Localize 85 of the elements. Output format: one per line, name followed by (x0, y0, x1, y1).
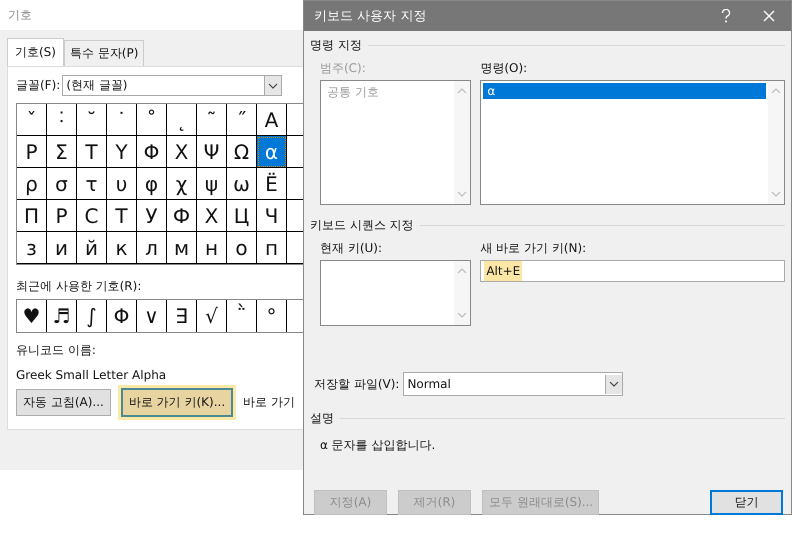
symbol-cell[interactable]: Ρ (17, 136, 47, 168)
close-icon[interactable] (763, 10, 775, 22)
description-text: α 문자를 삽입합니다. (319, 437, 436, 454)
symbol-cell[interactable]: м (167, 232, 197, 264)
tab[interactable]: 특수 문자(P) (64, 40, 144, 66)
save-in-dropdown[interactable]: Normal (403, 372, 624, 396)
scrollbar[interactable] (454, 81, 470, 204)
chevron-up-icon[interactable] (457, 88, 468, 94)
symbol-cell[interactable]: ˛ (167, 104, 197, 136)
unicode-name: Greek Small Letter Alpha (16, 368, 168, 382)
symbol-cell[interactable]: Ё (257, 168, 287, 200)
symbol-cell[interactable]: л (137, 232, 167, 264)
symbol-cell[interactable]: Φ (137, 136, 167, 168)
symbol-cell[interactable]: χ (167, 168, 197, 200)
symbol-cell[interactable]: Ч (257, 200, 287, 232)
field-label: 명령(O): (480, 60, 528, 77)
symbol-cell[interactable]: φ (137, 168, 167, 200)
symbol-cell[interactable]: о (227, 232, 257, 264)
dialog-button[interactable]: 닫기 (710, 490, 783, 515)
symbol-cell[interactable]: σ (47, 168, 77, 200)
field-label: 저장할 파일(V): (314, 376, 400, 392)
symbol-cell[interactable]: ρ (17, 168, 47, 200)
symbol-cell[interactable]: п (257, 232, 287, 264)
command-list[interactable]: α (480, 80, 785, 205)
symbol-cell[interactable]: α (257, 136, 287, 168)
shortcut-input-field[interactable]: Alt+E (480, 260, 785, 282)
symbol-cell[interactable]: з (17, 232, 47, 264)
chevron-down-icon (609, 381, 620, 387)
symbol-cell[interactable]: ˸ (47, 104, 77, 136)
field-label: 최근에 사용한 기호(R): (16, 278, 142, 295)
window-title: 키보드 사용자 지정 (314, 8, 426, 25)
symbol-cell[interactable]: У (137, 200, 167, 232)
symbol-cell[interactable]: и (47, 232, 77, 264)
symbol-cell[interactable]: С (77, 200, 107, 232)
symbol-cell[interactable]: й (77, 232, 107, 264)
field-label: 범주(C): (320, 60, 367, 77)
dialog-button[interactable]: 바로 가기 키(K)... (120, 388, 234, 417)
symbol-cell[interactable]: τ (77, 168, 107, 200)
chevron-down-icon[interactable] (457, 191, 468, 197)
symbol-cell[interactable]: Ψ (197, 136, 227, 168)
font-dropdown[interactable]: (현재 글꼴) (62, 75, 282, 96)
symbol-cell[interactable]: ˝ (227, 104, 257, 136)
symbol-cell[interactable]: Х (197, 200, 227, 232)
symbol-cell[interactable]: Α (257, 104, 287, 136)
section-heading: 설명 (310, 410, 334, 427)
field-label: 새 바로 가기 키(N): (480, 240, 588, 257)
symbol-cell[interactable]: Υ (107, 136, 137, 168)
symbol-cell[interactable]: П (17, 200, 47, 232)
chevron-down-icon[interactable] (771, 191, 781, 197)
symbol-cell[interactable]: Τ (77, 136, 107, 168)
field-label: 유니코드 이름: (16, 342, 97, 359)
symbol-cell[interactable]: н (197, 232, 227, 264)
dialog-button[interactable]: 자동 고침(A)... (16, 389, 111, 416)
section-heading: 명령 지정 (310, 37, 362, 54)
scrollbar[interactable] (768, 81, 784, 204)
list-item[interactable]: α (483, 83, 766, 99)
help-icon[interactable] (721, 9, 731, 23)
symbol-cell[interactable]: ˜ (197, 104, 227, 136)
symbol-cell[interactable]: Σ (47, 136, 77, 168)
scrollbar[interactable] (454, 261, 470, 325)
symbol-cell[interactable]: ψ (197, 168, 227, 200)
tab[interactable]: 기호(S) (7, 38, 64, 66)
current-keys-list[interactable] (320, 260, 472, 326)
symbol-cell[interactable]: ω (227, 168, 257, 200)
symbol-cell[interactable]: Ω (227, 136, 257, 168)
symbol-cell[interactable]: Ц (227, 200, 257, 232)
symbol-cell[interactable]: ˘ (77, 104, 107, 136)
symbol-cell[interactable]: Р (47, 200, 77, 232)
chevron-up-icon[interactable] (457, 268, 468, 274)
symbol-cell[interactable]: Χ (167, 136, 197, 168)
window-title: 기호 (8, 6, 32, 24)
chevron-up-icon[interactable] (771, 88, 781, 94)
symbol-cell[interactable]: ˇ (17, 104, 47, 136)
section-heading: 키보드 시퀀스 지정 (310, 217, 414, 234)
shortcut-text: 바로 가기 (243, 394, 295, 411)
field-label: 글꼴(F): (16, 77, 60, 94)
symbol-cell[interactable]: Ф (167, 200, 197, 232)
chevron-down-icon[interactable] (457, 312, 468, 318)
chevron-down-icon (268, 82, 278, 88)
symbol-cell[interactable]: ˙ (107, 104, 137, 136)
symbol-cell[interactable]: Т (107, 200, 137, 232)
symbol-cell[interactable]: υ (107, 168, 137, 200)
symbol-cell[interactable]: ˚ (137, 104, 167, 136)
symbol-cell[interactable]: к (107, 232, 137, 264)
field-label: 현재 키(U): (320, 240, 384, 257)
